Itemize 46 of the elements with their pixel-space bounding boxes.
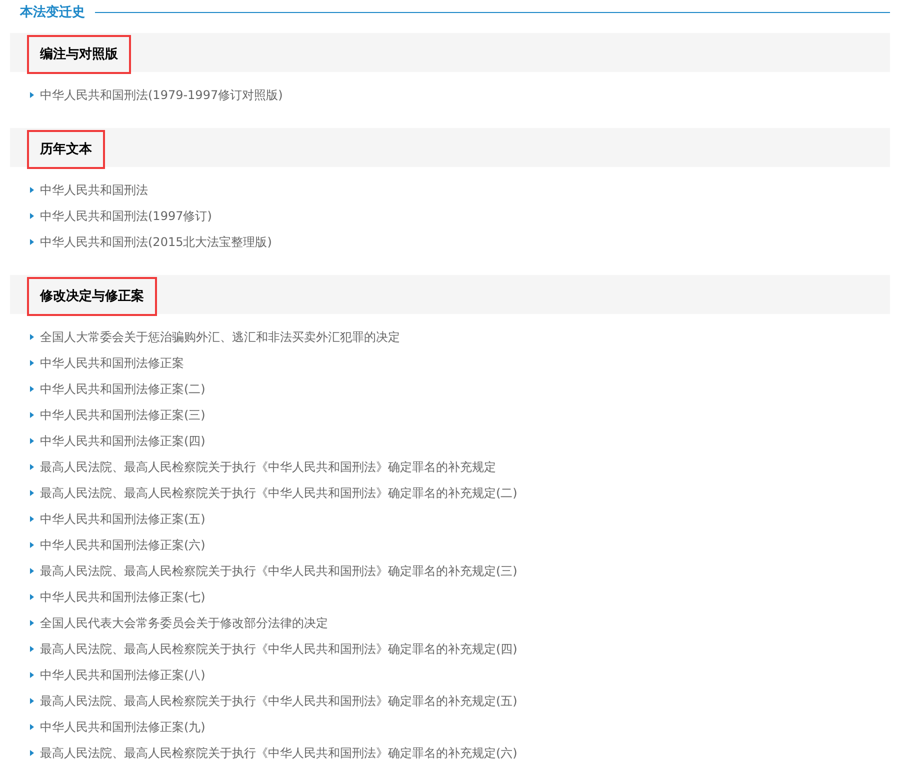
document-link[interactable]: 全国人民代表大会常务委员会关于修改部分法律的决定: [40, 617, 328, 629]
document-link[interactable]: 中华人民共和国刑法(1979-1997修订对照版): [40, 89, 283, 101]
bullet-icon: [30, 386, 34, 392]
bullet-icon: [30, 213, 34, 219]
bullet-icon: [30, 412, 34, 418]
document-link[interactable]: 中华人民共和国刑法修正案(六): [40, 539, 206, 551]
document-link[interactable]: 中华人民共和国刑法(2015北大法宝整理版): [40, 236, 272, 248]
bullet-icon: [30, 239, 34, 245]
document-link[interactable]: 最高人民法院、最高人民检察院关于执行《中华人民共和国刑法》确定罪名的补充规定(四): [40, 643, 518, 655]
document-link[interactable]: 中华人民共和国刑法(1997修订): [40, 210, 212, 222]
document-link[interactable]: 最高人民法院、最高人民检察院关于执行《中华人民共和国刑法》确定罪名的补充规定(三): [40, 565, 518, 577]
bullet-icon: [30, 672, 34, 678]
section-heading: 编注与对照版: [27, 34, 131, 74]
bullet-icon: [30, 464, 34, 470]
document-link[interactable]: 中华人民共和国刑法修正案(三): [40, 409, 206, 421]
bullet-icon: [30, 698, 34, 704]
section-heading: 历年文本: [27, 130, 105, 170]
document-link[interactable]: 全国人大常委会关于惩治骗购外汇、逃汇和非法买卖外汇犯罪的决定: [40, 331, 400, 343]
bullet-icon: [30, 92, 34, 98]
document-link[interactable]: 最高人民法院、最高人民检察院关于执行《中华人民共和国刑法》确定罪名的补充规定(二): [40, 487, 518, 499]
document-link[interactable]: 中华人民共和国刑法修正案(四): [40, 435, 206, 447]
bullet-icon: [30, 438, 34, 444]
document-link[interactable]: 中华人民共和国刑法修正案: [40, 357, 184, 369]
bullet-icon: [30, 750, 34, 756]
bullet-icon: [30, 646, 34, 652]
bullet-icon: [30, 568, 34, 574]
bullet-icon: [30, 334, 34, 340]
document-link[interactable]: 最高人民法院、最高人民检察院关于执行《中华人民共和国刑法》确定罪名的补充规定(五): [40, 695, 518, 707]
document-link[interactable]: 中华人民共和国刑法修正案(二): [40, 383, 206, 395]
document-link[interactable]: 中华人民共和国刑法: [40, 184, 148, 196]
bullet-icon: [30, 724, 34, 730]
document-link[interactable]: 最高人民法院、最高人民检察院关于执行《中华人民共和国刑法》确定罪名的补充规定(六): [40, 747, 518, 759]
document-link[interactable]: 中华人民共和国刑法修正案(九): [40, 721, 206, 733]
bullet-icon: [30, 360, 34, 366]
section-heading: 修改决定与修正案: [27, 276, 157, 316]
document-link[interactable]: 最高人民法院、最高人民检察院关于执行《中华人民共和国刑法》确定罪名的补充规定: [40, 461, 496, 473]
bullet-icon: [30, 516, 34, 522]
document-link[interactable]: 中华人民共和国刑法修正案(七): [40, 591, 206, 603]
bullet-icon: [30, 542, 34, 548]
bullet-icon: [30, 490, 34, 496]
bullet-icon: [30, 594, 34, 600]
bullet-icon: [30, 620, 34, 626]
section-title: 本法变迁史: [20, 6, 85, 18]
document-link[interactable]: 中华人民共和国刑法修正案(八): [40, 669, 206, 681]
bullet-icon: [30, 187, 34, 193]
document-link[interactable]: 中华人民共和国刑法修正案(五): [40, 513, 206, 525]
